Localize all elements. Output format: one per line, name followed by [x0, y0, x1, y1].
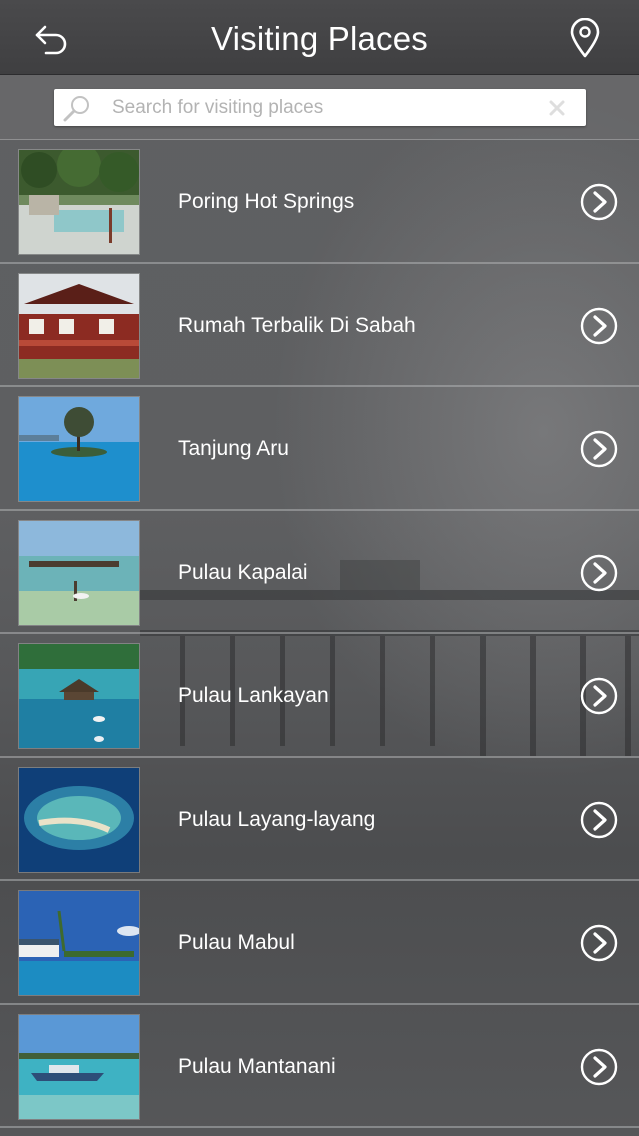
thumbnail-image: [19, 397, 139, 501]
chevron-right-circle-icon[interactable]: [580, 1048, 618, 1086]
thumbnail-image: [19, 150, 139, 254]
list-item-pulau-mantanani[interactable]: Pulau Mantanani: [0, 1005, 639, 1128]
chevron-right-circle-icon[interactable]: [580, 677, 618, 715]
list-item-pulau-lankayan[interactable]: Pulau Lankayan: [0, 634, 639, 758]
places-list: Poring Hot Springs Rumah Terbalik Di Sab…: [0, 140, 639, 1128]
chevron-right-circle-icon[interactable]: [580, 430, 618, 468]
list-item-rumah-terbalik-di-sabah[interactable]: Rumah Terbalik Di Sabah: [0, 264, 639, 387]
chevron-right-circle-icon[interactable]: [580, 801, 618, 839]
place-name: Rumah Terbalik Di Sabah: [178, 313, 416, 337]
location-button[interactable]: [565, 18, 605, 58]
navigation-bar: Visiting Places: [0, 0, 639, 75]
list-item-pulau-mabul[interactable]: Pulau Mabul: [0, 881, 639, 1005]
chevron-right-circle-icon[interactable]: [580, 183, 618, 221]
clear-x-icon[interactable]: [548, 99, 566, 117]
place-name: Pulau Kapalai: [178, 560, 308, 584]
chevron-right-circle-icon[interactable]: [580, 554, 618, 592]
thumbnail-image: [19, 1014, 139, 1119]
thumbnail-image: [19, 767, 139, 872]
place-name: Tanjung Aru: [178, 437, 289, 460]
list-item-pulau-layang-layang[interactable]: Pulau Layang-layang: [0, 758, 639, 881]
thumbnail-image: [19, 273, 139, 378]
place-name: Pulau Mabul: [178, 931, 295, 954]
page-title: Visiting Places: [210, 20, 428, 57]
list-item-pulau-kapalai[interactable]: Pulau Kapalai: [0, 511, 639, 634]
place-name: Poring Hot Springs: [178, 190, 355, 213]
place-name: Pulau Lankayan: [178, 684, 329, 707]
thumbnail-image: [19, 891, 139, 995]
chevron-right-circle-icon[interactable]: [580, 307, 618, 345]
map-pin-icon: [570, 18, 600, 58]
search-input[interactable]: [112, 89, 532, 126]
thumbnail-image: [19, 644, 139, 748]
chevron-right-circle-icon[interactable]: [580, 924, 618, 962]
search-field[interactable]: [54, 89, 586, 126]
place-name: Pulau Mantanani: [178, 1054, 336, 1078]
list-item-poring-hot-springs[interactable]: Poring Hot Springs: [0, 140, 639, 264]
magnifier-icon: [63, 96, 89, 122]
place-name: Pulau Layang-layang: [178, 807, 376, 831]
thumbnail-image: [19, 520, 139, 625]
list-item-tanjung-aru[interactable]: Tanjung Aru: [0, 387, 639, 511]
search-bar: [0, 75, 639, 140]
